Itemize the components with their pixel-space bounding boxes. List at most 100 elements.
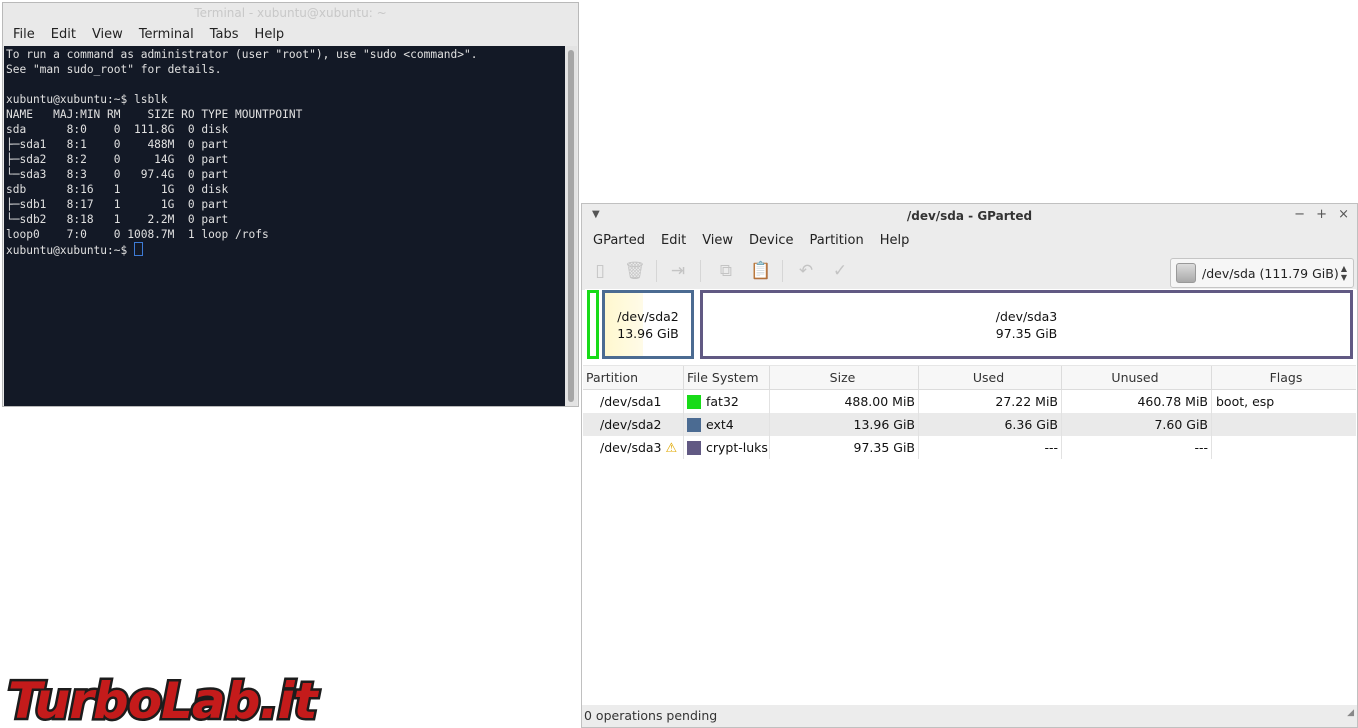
apply-icon[interactable]: ✓ <box>830 260 850 282</box>
gparted-title: /dev/sda - GParted <box>906 209 1033 223</box>
terminal-line: sdb 8:16 1 1G 0 disk <box>6 183 229 196</box>
warning-icon: ⚠ <box>665 441 678 456</box>
terminal-output[interactable]: To run a command as administrator (user … <box>4 46 566 406</box>
cell-unused: 7.60 GiB <box>1062 413 1212 436</box>
column-size[interactable]: Size <box>770 366 919 389</box>
cell-file-system: crypt-luks <box>684 436 770 459</box>
terminal-line: xubuntu@xubuntu:~$ lsblk <box>6 93 168 106</box>
terminal-scrollbar[interactable] <box>565 46 577 406</box>
gparted-menu-partition[interactable]: Partition <box>802 233 872 248</box>
terminal-line: ├─sda1 8:1 0 488M 0 part <box>6 138 229 151</box>
cell-flags <box>1212 436 1356 459</box>
table-row[interactable]: /dev/sda1 fat32 488.00 MiB 27.22 MiB 460… <box>583 390 1356 413</box>
toolbar-separator <box>782 260 783 282</box>
terminal-prompt: xubuntu@xubuntu:~$ <box>6 244 134 257</box>
cell-unused: 460.78 MiB <box>1062 390 1212 413</box>
cell-size: 97.35 GiB <box>770 436 919 459</box>
terminal-cursor <box>133 242 143 256</box>
partition-table: Partition File System Size Used Unused F… <box>583 365 1356 459</box>
gparted-menu-edit[interactable]: Edit <box>653 233 694 248</box>
cell-unused: --- <box>1062 436 1212 459</box>
partition-block-sda3[interactable]: /dev/sda3 97.35 GiB <box>700 290 1353 359</box>
delete-icon[interactable]: 🗑 <box>624 260 646 282</box>
terminal-line: ├─sda2 8:2 0 14G 0 part <box>6 153 229 166</box>
close-icon[interactable]: × <box>1338 207 1349 222</box>
harddisk-icon <box>1176 263 1196 283</box>
terminal-menubar: File Edit View Terminal Tabs Help <box>3 23 578 45</box>
cell-size: 13.96 GiB <box>770 413 919 436</box>
status-bar: 0 operations pending ◢ <box>582 705 1357 727</box>
gparted-toolbar: ▯ 🗑 ⇥ ⧉ 📋 ↶ ✓ /dev/sda (111.79 GiB) ▲ ▼ <box>582 252 1357 290</box>
terminal-menu-tabs[interactable]: Tabs <box>202 27 247 42</box>
cell-file-system: ext4 <box>684 413 770 436</box>
table-row[interactable]: /dev/sda3 ⚠ crypt-luks 97.35 GiB --- --- <box>583 436 1356 459</box>
toolbar-separator <box>656 260 657 282</box>
scrollbar-thumb[interactable] <box>568 50 574 402</box>
terminal-line: NAME MAJ:MIN RM SIZE RO TYPE MOUNTPOINT <box>6 108 303 121</box>
terminal-menu-view[interactable]: View <box>84 27 131 42</box>
cell-used: --- <box>919 436 1062 459</box>
gparted-window[interactable]: ▼ /dev/sda - GParted − + × GParted Edit … <box>581 203 1358 728</box>
column-used[interactable]: Used <box>919 366 1062 389</box>
table-header: Partition File System Size Used Unused F… <box>583 365 1356 390</box>
terminal-line: └─sda3 8:3 0 97.4G 0 part <box>6 168 229 181</box>
fs-color-swatch <box>687 417 701 432</box>
new-icon[interactable]: ▯ <box>590 260 610 282</box>
operations-pending: 0 operations pending <box>584 708 718 723</box>
column-flags[interactable]: Flags <box>1212 366 1356 389</box>
partition-name: /dev/sda3 <box>600 440 662 455</box>
fs-name: fat32 <box>706 394 739 409</box>
updown-arrow-icon: ▲ ▼ <box>1340 264 1347 282</box>
terminal-prompt-line: xubuntu@xubuntu:~$ <box>4 242 566 257</box>
device-selector-label: /dev/sda (111.79 GiB) <box>1202 265 1339 281</box>
cell-used: 6.36 GiB <box>919 413 1062 436</box>
fs-color-swatch <box>687 440 701 455</box>
terminal-menu-edit[interactable]: Edit <box>43 27 84 42</box>
partition-block-name: /dev/sda2 <box>617 308 679 324</box>
fs-name: crypt-luks <box>706 440 768 455</box>
cell-used: 27.22 MiB <box>919 390 1062 413</box>
cell-flags <box>1212 413 1356 436</box>
partition-block-size: 13.96 GiB <box>617 325 679 341</box>
terminal-line: └─sdb2 8:18 1 2.2M 0 part <box>6 213 229 226</box>
partition-block-size: 97.35 GiB <box>995 325 1058 341</box>
terminal-line: See "man sudo_root" for details. <box>6 63 222 76</box>
cell-size: 488.00 MiB <box>770 390 919 413</box>
terminal-line: loop0 7:0 0 1008.7M 1 loop /rofs <box>6 228 269 241</box>
resize-move-icon[interactable]: ⇥ <box>668 260 688 282</box>
partition-block-sda1[interactable] <box>587 290 599 359</box>
fs-color-swatch <box>687 394 701 409</box>
terminal-line: To run a command as administrator (user … <box>6 48 478 61</box>
gparted-menu-device[interactable]: Device <box>741 233 801 248</box>
cell-partition: /dev/sda1 <box>583 390 684 413</box>
column-unused[interactable]: Unused <box>1062 366 1212 389</box>
gparted-menubar: GParted Edit View Device Partition Help <box>582 228 1357 252</box>
partition-block-name: /dev/sda3 <box>995 308 1058 324</box>
column-partition[interactable]: Partition <box>583 366 684 389</box>
terminal-menu-file[interactable]: File <box>5 27 43 42</box>
gparted-menu-gparted[interactable]: GParted <box>585 233 653 248</box>
paste-icon[interactable]: 📋 <box>750 260 771 282</box>
terminal-menu-help[interactable]: Help <box>247 27 293 42</box>
turbolab-logo: TurboLab.it <box>6 670 324 728</box>
copy-icon[interactable]: ⧉ <box>716 260 736 282</box>
svg-text:TurboLab.it: TurboLab.it <box>8 672 320 728</box>
terminal-window[interactable]: Terminal - xubuntu@xubuntu: ~ File Edit … <box>2 2 579 407</box>
terminal-line: sda 8:0 0 111.8G 0 disk <box>6 123 229 136</box>
table-row[interactable]: /dev/sda2 ext4 13.96 GiB 6.36 GiB 7.60 G… <box>583 413 1356 436</box>
maximize-icon[interactable]: + <box>1316 207 1327 222</box>
partition-graph: /dev/sda2 13.96 GiB /dev/sda3 97.35 GiB <box>585 289 1356 360</box>
cell-partition: /dev/sda2 <box>583 413 684 436</box>
terminal-menu-terminal[interactable]: Terminal <box>131 27 202 42</box>
gparted-menu-view[interactable]: View <box>694 233 741 248</box>
device-selector[interactable]: /dev/sda (111.79 GiB) ▲ ▼ <box>1170 258 1354 288</box>
resize-grip-icon[interactable]: ◢ <box>1347 702 1354 724</box>
column-file-system[interactable]: File System <box>684 366 770 389</box>
undo-icon[interactable]: ↶ <box>796 260 816 282</box>
gparted-menu-help[interactable]: Help <box>872 233 918 248</box>
partition-block-sda2[interactable]: /dev/sda2 13.96 GiB <box>602 290 694 359</box>
minimize-icon[interactable]: − <box>1294 207 1305 222</box>
fs-name: ext4 <box>706 417 734 432</box>
toolbar-separator <box>700 260 701 282</box>
